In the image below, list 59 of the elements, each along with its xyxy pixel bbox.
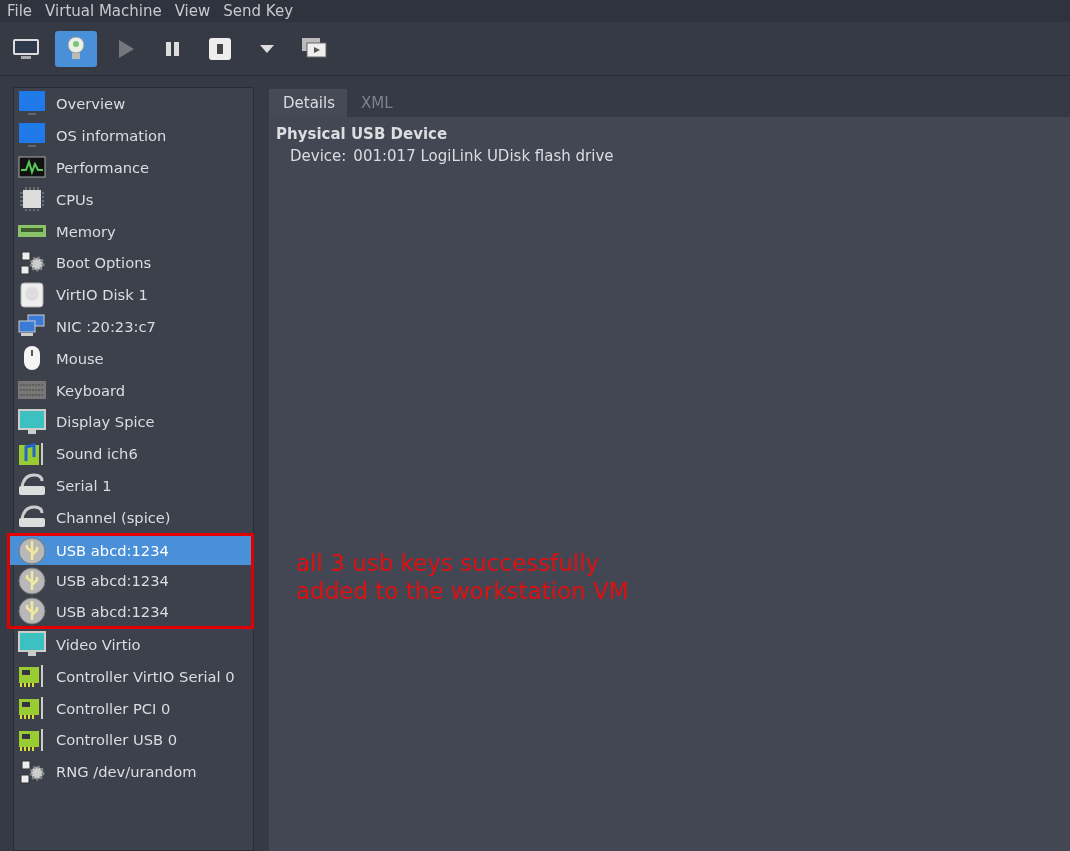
device-list-item[interactable]: OS information (14, 119, 253, 152)
device-list-item[interactable]: Overview (14, 88, 253, 120)
expansion-card-icon (18, 663, 46, 690)
gears-icon (18, 758, 46, 785)
chip-icon (18, 186, 46, 213)
cable-icon (18, 505, 46, 530)
device-list-item[interactable]: Performance (14, 151, 253, 184)
usb-icon (18, 566, 46, 595)
monitor-icon (18, 122, 46, 149)
device-list-item[interactable]: Display Spice (14, 405, 253, 438)
screens-icon (301, 36, 327, 61)
lightbulb-icon (66, 35, 86, 62)
memory-icon (18, 225, 46, 238)
device-list-item[interactable]: Sound ich6 (14, 437, 253, 470)
device-list-item[interactable]: VirtIO Disk 1 (14, 278, 253, 311)
menu-item[interactable]: File (7, 2, 33, 20)
usb-icon (18, 597, 46, 626)
device-list-item[interactable]: USB abcd:1234 (7, 564, 254, 597)
sound-card-icon (18, 440, 46, 467)
gears-icon (18, 249, 46, 276)
monitor-icon (18, 631, 46, 658)
monitor-icon (12, 37, 40, 60)
expansion-card-icon (18, 726, 46, 753)
menu-item[interactable]: View (174, 2, 211, 20)
tab[interactable]: Details (269, 89, 347, 117)
pause-icon (165, 40, 181, 57)
device-list-item[interactable]: Controller PCI 0 (14, 692, 253, 724)
device-list-item[interactable]: Memory (14, 215, 253, 247)
section-heading: Physical USB Device (276, 125, 449, 143)
annotation-text: added to the workstation VM (296, 577, 629, 605)
device-list-item[interactable]: Channel (spice) (14, 501, 253, 534)
chart-icon (18, 156, 46, 179)
device-list-item[interactable]: Controller VirtIO Serial 0 (14, 660, 253, 693)
monitor-icon (18, 90, 46, 117)
monitor-icon (18, 408, 46, 435)
device-list-item[interactable]: USB abcd:1234 (7, 596, 254, 629)
device-list-item[interactable]: Keyboard (14, 374, 253, 406)
cable-icon (18, 473, 46, 498)
details-button[interactable] (55, 30, 97, 67)
field-value: 001:017 LogiLink UDisk flash drive (353, 147, 614, 165)
menu-item[interactable]: Virtual Machine (45, 2, 162, 20)
device-list-item[interactable]: Mouse (14, 342, 253, 375)
annotation-text: all 3 usb keys successfully (296, 549, 600, 577)
field-label: Device: (290, 147, 347, 165)
switch-icon (208, 36, 232, 61)
device-list-item[interactable]: Serial 1 (14, 469, 253, 502)
device-list-item[interactable]: Controller USB 0 (14, 723, 253, 756)
play-icon (117, 38, 135, 59)
device-list-item[interactable]: CPUs (14, 183, 253, 216)
menu-item[interactable]: Send Key (223, 2, 294, 20)
caret-icon (260, 44, 274, 53)
keyboard-icon (18, 381, 46, 400)
expansion-card-icon (18, 695, 46, 722)
usb-icon (18, 536, 46, 565)
device-list-item[interactable]: RNG /dev/urandom (14, 755, 253, 788)
device-list-item[interactable]: NIC :20:23:c7 (14, 310, 253, 343)
device-list-item[interactable]: Video Virtio (14, 628, 253, 661)
device-list-item[interactable]: Boot Options (14, 247, 253, 279)
network-icon (18, 314, 46, 339)
